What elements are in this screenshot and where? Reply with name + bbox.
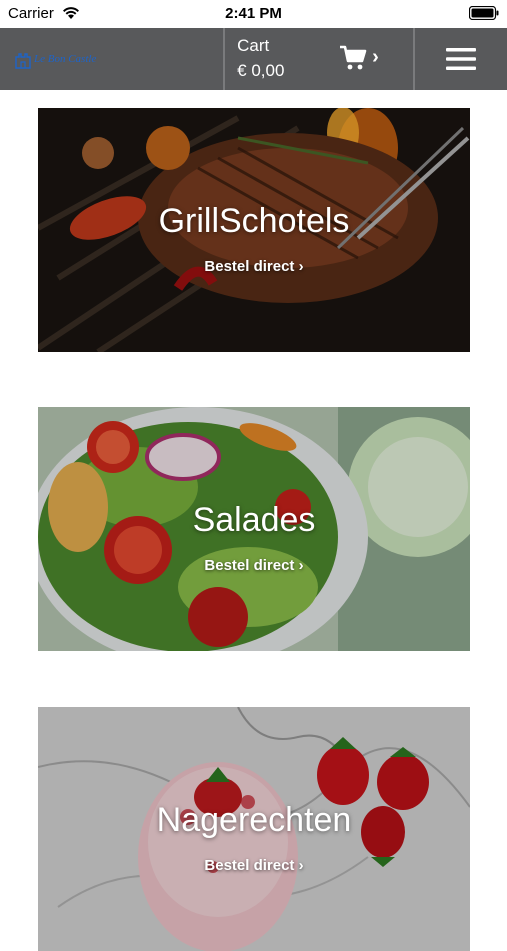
app-header: Le Bon Castle Cart € 0,00 › (0, 28, 507, 90)
logo-text: Le Bon Castle (34, 53, 97, 65)
menu-button[interactable] (415, 28, 507, 90)
status-time: 2:41 PM (225, 5, 282, 22)
cart-label: Cart (237, 36, 270, 55)
category-card-nagerechten[interactable]: Nagerechten Bestel direct › (38, 707, 470, 951)
brand-logo[interactable]: Le Bon Castle (14, 49, 96, 69)
category-card-grillschotels[interactable]: GrillSchotels Bestel direct › (38, 108, 470, 352)
cart-chevron-icon: › (372, 46, 379, 68)
order-now-link[interactable]: Bestel direct › (38, 557, 470, 574)
order-now-link[interactable]: Bestel direct › (38, 258, 470, 275)
cart-button[interactable]: Cart € 0,00 › (225, 28, 413, 90)
shopping-cart-icon (340, 45, 367, 70)
category-card-salades[interactable]: Salades Bestel direct › (38, 407, 470, 651)
category-title: Salades (192, 501, 316, 539)
logo-area[interactable]: Le Bon Castle (0, 28, 223, 90)
order-now-link[interactable]: Bestel direct › (38, 857, 470, 874)
category-title: Nagerechten (156, 801, 352, 839)
battery-icon (469, 6, 499, 20)
castle-logo-icon (15, 53, 31, 69)
cart-total: € 0,00 (237, 61, 285, 80)
status-bar: Carrier 2:41 PM (0, 0, 507, 28)
hamburger-menu-icon (446, 48, 477, 70)
category-title: GrillSchotels (158, 202, 350, 240)
